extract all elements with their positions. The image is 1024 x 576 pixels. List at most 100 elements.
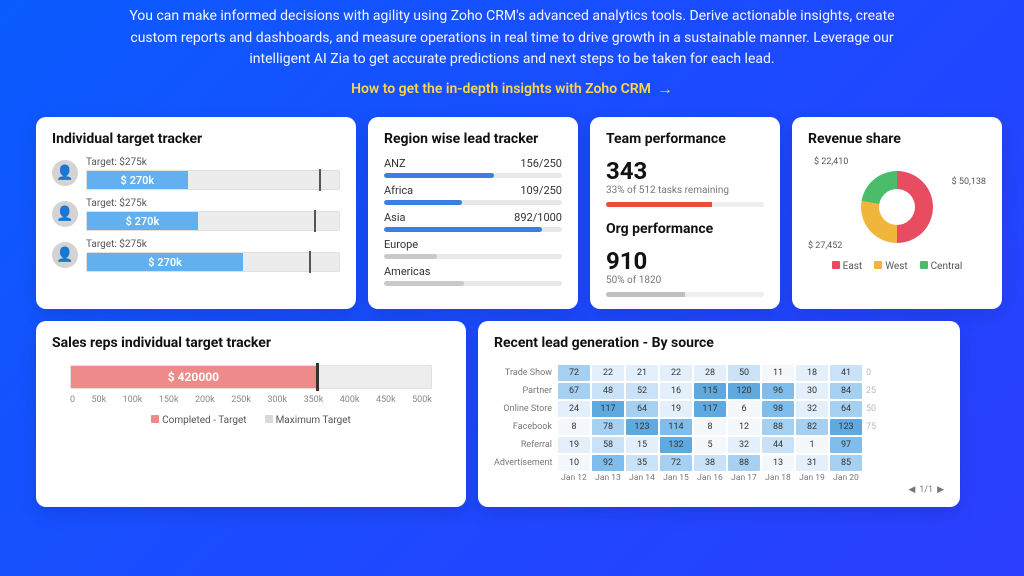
target-row: 👤 Target: $275k $ 270k	[52, 198, 340, 231]
heatmap-cell: 21	[626, 365, 658, 381]
heatmap-cell: 123	[830, 419, 862, 435]
heatmap-col-label: Jan 12	[558, 473, 590, 483]
heatmap-row-label: Trade Show	[494, 368, 556, 378]
region-name: Asia	[384, 211, 406, 224]
target-row: 👤 Target: $275k $ 270k	[52, 157, 340, 190]
heatmap-cell: 50	[728, 365, 760, 381]
region-bar	[384, 281, 562, 286]
heatmap-row-label: Partner	[494, 386, 556, 396]
heatmap-cell: 64	[626, 401, 658, 417]
card-revenue-share: Revenue share $ 22,410 $ 50,138 $ 27,452…	[792, 117, 1002, 309]
heatmap-col-label: Jan 18	[762, 473, 794, 483]
heatmap-cell: 24	[558, 401, 590, 417]
cta-link[interactable]: How to get the in-depth insights with Zo…	[351, 79, 673, 99]
region-row: Africa109/250	[384, 184, 562, 197]
heatmap-cell: 28	[694, 365, 726, 381]
hero-copy: You can make informed decisions with agi…	[120, 6, 904, 71]
heatmap-cell: 10	[558, 455, 590, 471]
heatmap-scale-tick: 25	[864, 386, 882, 396]
heatmap-scale-tick: 50	[864, 404, 882, 414]
region-row: Asia 892/1000	[384, 211, 562, 224]
region-name: ANZ	[384, 157, 406, 170]
heatmap-cell: 18	[796, 365, 828, 381]
org-progress	[606, 292, 764, 297]
heatmap-cell: 52	[626, 383, 658, 399]
heatmap-cell: 16	[660, 383, 692, 399]
region-bar	[384, 200, 562, 205]
axis-tick: 300k	[267, 395, 287, 405]
card-sales-reps-target: Sales reps individual target tracker $ 4…	[36, 321, 466, 507]
heatmap-cell: 85	[830, 455, 862, 471]
org-sub: 50% of 1820	[606, 275, 764, 286]
team-sub: 33% of 512 tasks remaining	[606, 185, 764, 196]
heatmap-cell: 19	[660, 401, 692, 417]
heatmap-cell: 8	[694, 419, 726, 435]
region-name: Europe	[384, 238, 418, 251]
target-label: Target: $275k	[86, 157, 340, 168]
heatmap-cell: 115	[694, 383, 726, 399]
region-name: Africa	[384, 184, 413, 197]
card-lead-heatmap: Recent lead generation - By source Trade…	[478, 321, 960, 507]
card-individual-target: Individual target tracker 👤 Target: $275…	[36, 117, 356, 309]
heatmap-cell: 72	[660, 455, 692, 471]
legend-central: Central	[920, 261, 963, 272]
heatmap-col-label: Jan 14	[626, 473, 658, 483]
region-bar	[384, 254, 562, 259]
legend-max: Maximum Target	[265, 415, 351, 426]
heatmap-cell: 22	[592, 365, 624, 381]
target-label: Target: $275k	[86, 239, 340, 250]
heatmap-next[interactable]: ▶	[937, 485, 944, 495]
sr-legend: Completed - Target Maximum Target	[52, 415, 450, 426]
heatmap-cell: 98	[762, 401, 794, 417]
heatmap-prev[interactable]: ◀	[908, 485, 915, 495]
heatmap-cell: 88	[762, 419, 794, 435]
arrow-right-icon: →	[657, 79, 673, 99]
heatmap-cell: 78	[592, 419, 624, 435]
heatmap-cell: 6	[728, 401, 760, 417]
heatmap-cell: 82	[796, 419, 828, 435]
heatmap-cell: 1	[796, 437, 828, 453]
heatmap-cell: 120	[728, 383, 760, 399]
axis-tick: 200k	[195, 395, 215, 405]
heatmap-cell: 72	[558, 365, 590, 381]
heatmap-cell: 35	[626, 455, 658, 471]
donut-chart: $ 22,410 $ 50,138 $ 27,452	[808, 157, 986, 257]
heatmap-cell: 88	[728, 455, 760, 471]
org-value: 910	[606, 247, 764, 275]
region-row: ANZ 156/250	[384, 157, 562, 170]
heatmap-row-label: Referral	[494, 440, 556, 450]
cta-label: How to get the in-depth insights with Zo…	[351, 81, 651, 97]
axis-tick: 400k	[340, 395, 360, 405]
heatmap-cell: 97	[830, 437, 862, 453]
heatmap-cell: 44	[762, 437, 794, 453]
heatmap-row-label: Facebook	[494, 422, 556, 432]
target-label: Target: $275k	[86, 198, 340, 209]
axis-tick: 150k	[159, 395, 179, 405]
axis-tick: 100k	[123, 395, 143, 405]
heatmap-cell: 132	[660, 437, 692, 453]
rs-label-right: $ 50,138	[952, 177, 986, 187]
heatmap-cell: 114	[660, 419, 692, 435]
region-score: 892/1000	[514, 211, 562, 224]
heatmap-cell: 32	[796, 401, 828, 417]
heatmap-pager: 1/1	[919, 485, 933, 495]
avatar-icon: 👤	[52, 242, 78, 268]
heatmap-cell: 92	[592, 455, 624, 471]
heatmap-col-label: Jan 15	[660, 473, 692, 483]
card-title: Recent lead generation - By source	[494, 335, 944, 351]
card-title: Revenue share	[808, 131, 986, 147]
card-title: Region wise lead tracker	[384, 131, 562, 147]
heatmap-cell: 41	[830, 365, 862, 381]
heatmap-cell: 8	[558, 419, 590, 435]
heatmap-cell: 58	[592, 437, 624, 453]
legend-completed: Completed - Target	[151, 415, 246, 426]
region-name: Americas	[384, 265, 430, 278]
heatmap-cell: 67	[558, 383, 590, 399]
heatmap-cell: 84	[830, 383, 862, 399]
axis-tick: 50k	[92, 395, 107, 405]
region-score: 156/250	[520, 157, 562, 170]
heatmap-cell: 13	[762, 455, 794, 471]
heatmap-row-label: Online Store	[494, 404, 556, 414]
heatmap-cell: 64	[830, 401, 862, 417]
rs-label-left: $ 27,452	[808, 241, 842, 251]
